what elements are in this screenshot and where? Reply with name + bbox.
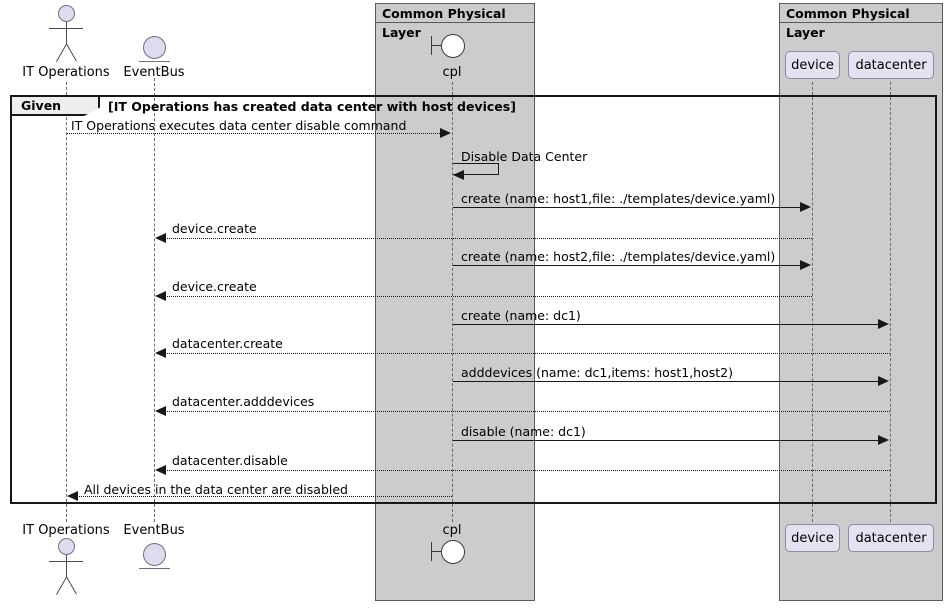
message-line-11 bbox=[453, 440, 879, 441]
message-line-7 bbox=[453, 324, 879, 325]
message-line-4 bbox=[160, 238, 812, 239]
message-label-12: datacenter.disable bbox=[172, 453, 288, 468]
message-arrowhead-3 bbox=[800, 202, 811, 212]
message-arrowhead-7 bbox=[878, 319, 889, 329]
message-arrowhead-8 bbox=[155, 348, 166, 358]
sequence-diagram-canvas: Common Physical Layer Common Physical La… bbox=[0, 0, 947, 608]
message-label-1: IT Operations executes data center disab… bbox=[71, 118, 407, 133]
message-label-10: datacenter.adddevices bbox=[172, 394, 315, 409]
message-arrowhead-9 bbox=[878, 376, 889, 386]
actor-head-icon bbox=[58, 538, 75, 555]
participant-label-device-bottom: device bbox=[791, 530, 834, 546]
message-arrowhead-4 bbox=[155, 233, 166, 243]
participant-label-device-top: device bbox=[791, 57, 834, 73]
entity-circle-icon bbox=[143, 543, 166, 566]
message-arrowhead-10 bbox=[155, 406, 166, 416]
message-label-3: create (name: host1,file: ./templates/de… bbox=[461, 191, 776, 206]
participant-label-cpl-bottom: cpl bbox=[442, 523, 462, 538]
message-label-8: datacenter.create bbox=[172, 336, 283, 351]
group-frame-label: Given bbox=[21, 98, 62, 113]
message-line-1 bbox=[67, 133, 446, 134]
message-label-13: All devices in the data center are disab… bbox=[84, 482, 348, 497]
actor-leg-right-icon bbox=[66, 576, 77, 595]
actor-leg-left-icon bbox=[56, 577, 67, 595]
message-line-10 bbox=[160, 411, 890, 412]
message-label-6: device.create bbox=[172, 279, 257, 294]
message-arrowhead-12 bbox=[155, 465, 166, 475]
message-line-5 bbox=[453, 265, 801, 266]
message-label-4: device.create bbox=[172, 221, 257, 236]
actor-leg-left-icon bbox=[56, 44, 67, 62]
participant-label-datacenter-bottom: datacenter bbox=[855, 530, 927, 546]
actor-arms-icon bbox=[49, 561, 83, 562]
actor-body-icon bbox=[66, 22, 67, 44]
message-arrowhead-5 bbox=[800, 260, 811, 270]
group-frame-tab: Given bbox=[12, 97, 100, 116]
message-line-13 bbox=[72, 496, 452, 497]
participant-label-datacenter-top: datacenter bbox=[855, 57, 927, 73]
participant-datacenter-top[interactable]: datacenter bbox=[848, 51, 934, 79]
message-line-8 bbox=[160, 353, 890, 354]
participant-datacenter-bottom[interactable]: datacenter bbox=[848, 524, 934, 552]
entity-underline-icon bbox=[139, 568, 170, 569]
group-frame-condition: [IT Operations has created data center w… bbox=[108, 99, 516, 114]
message-arrowhead-1 bbox=[440, 128, 451, 138]
boundary-circle-icon bbox=[441, 34, 465, 58]
actor-arms-icon bbox=[49, 28, 83, 29]
message-line-6 bbox=[160, 296, 812, 297]
message-line-12 bbox=[160, 470, 890, 471]
actor-leg-right-icon bbox=[66, 43, 77, 62]
message-label-11: disable (name: dc1) bbox=[461, 424, 586, 439]
message-arrowhead-6 bbox=[155, 291, 166, 301]
participant-box-cpl-title: Common Physical Layer bbox=[376, 4, 534, 40]
message-arrowhead-11 bbox=[878, 435, 889, 445]
message-label-9: adddevices (name: dc1,items: host1,host2… bbox=[461, 365, 733, 380]
message-arrowhead-2 bbox=[453, 170, 464, 180]
message-label-7: create (name: dc1) bbox=[461, 308, 581, 323]
message-line-3 bbox=[453, 207, 801, 208]
actor-head-icon bbox=[58, 5, 75, 22]
actor-body-icon bbox=[66, 555, 67, 577]
message-label-5: create (name: host2,file: ./templates/de… bbox=[461, 249, 776, 264]
entity-circle-icon bbox=[143, 36, 166, 59]
participant-box-resources-title: Common Physical Layer bbox=[780, 4, 942, 40]
message-label-2: Disable Data Center bbox=[461, 149, 588, 164]
message-arrowhead-13 bbox=[67, 491, 78, 501]
participant-label-eventbus-bottom: EventBus bbox=[123, 523, 185, 538]
entity-underline-icon bbox=[139, 61, 170, 62]
participant-device-bottom[interactable]: device bbox=[785, 524, 840, 552]
participant-label-cpl-top: cpl bbox=[442, 65, 462, 80]
participant-device-top[interactable]: device bbox=[785, 51, 840, 79]
message-line-9 bbox=[453, 381, 879, 382]
boundary-circle-icon bbox=[441, 540, 465, 564]
participant-label-eventbus-top: EventBus bbox=[123, 65, 185, 80]
